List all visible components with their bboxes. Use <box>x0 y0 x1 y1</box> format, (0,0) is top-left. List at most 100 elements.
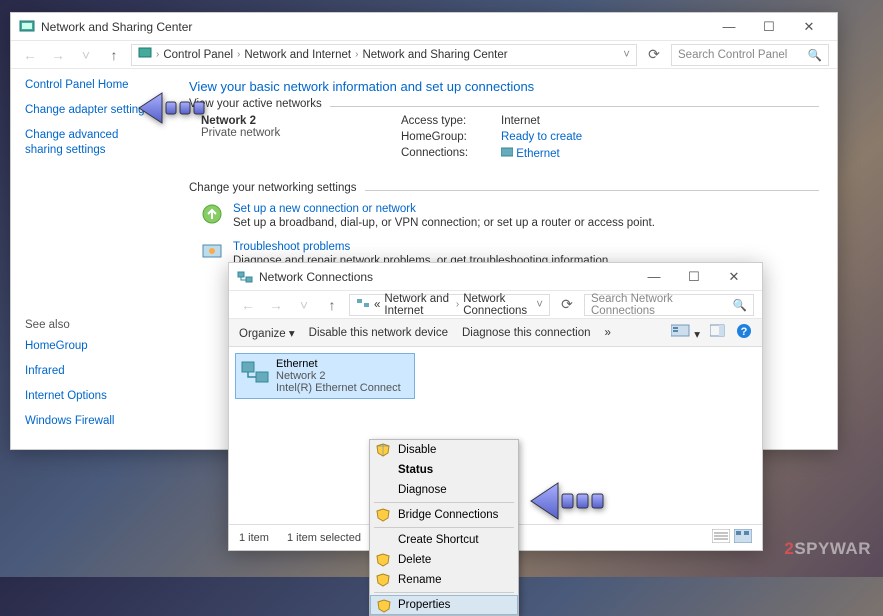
sidebar-item-advanced-sharing[interactable]: Change advanced sharing settings <box>25 128 157 158</box>
menu-rename[interactable]: Rename <box>370 570 518 590</box>
menu-separator <box>374 592 514 593</box>
connections-link[interactable]: Ethernet <box>501 147 582 160</box>
search-icon[interactable]: 🔍 <box>733 298 747 312</box>
menu-properties[interactable]: Properties <box>370 595 518 615</box>
status-item-count: 1 item <box>239 532 269 544</box>
setup-connection-icon <box>201 203 223 225</box>
sidebar: Control Panel Home Change adapter settin… <box>11 69 171 449</box>
adapter-device: Intel(R) Ethernet Connect <box>276 382 401 394</box>
breadcrumb-item[interactable]: Network and Internet <box>244 49 351 61</box>
svg-text:?: ? <box>741 326 748 338</box>
seealso-homegroup[interactable]: HomeGroup <box>25 339 157 354</box>
breadcrumb-item[interactable]: Network Connections <box>463 293 532 317</box>
control-panel-home-link[interactable]: Control Panel Home <box>25 79 157 91</box>
forward-button[interactable]: → <box>265 294 287 316</box>
shield-icon <box>376 508 390 522</box>
homegroup-label: HomeGroup: <box>401 131 491 143</box>
minimize-button[interactable]: — <box>634 264 674 290</box>
seealso-heading: See also <box>25 319 157 331</box>
breadcrumb-root-icon <box>356 296 370 313</box>
page-heading: View your basic network information and … <box>189 79 819 94</box>
setup-connection-item[interactable]: Set up a new connection or network Set u… <box>189 197 819 235</box>
minimize-button[interactable]: — <box>709 14 749 40</box>
menu-separator <box>374 502 514 503</box>
access-type-value: Internet <box>501 115 582 127</box>
recent-dropdown[interactable]: ˅ <box>75 44 97 66</box>
organize-button[interactable]: Organize ▾ <box>239 326 295 340</box>
refresh-button[interactable]: ⟳ <box>643 44 665 66</box>
adapter-name: Ethernet <box>276 358 401 370</box>
window-title: Network Connections <box>259 270 373 284</box>
close-button[interactable]: ✕ <box>789 14 829 40</box>
menu-disable[interactable]: Disable <box>370 440 518 460</box>
toolbar: Organize ▾ Disable this network device D… <box>229 319 762 347</box>
up-button[interactable]: ↑ <box>103 44 125 66</box>
details-view-button[interactable] <box>712 529 730 546</box>
back-button[interactable]: ← <box>237 294 259 316</box>
breadcrumb-item[interactable]: Network and Internet <box>384 293 451 317</box>
content-area[interactable]: Ethernet Network 2 Intel(R) Ethernet Con… <box>229 347 762 524</box>
maximize-button[interactable]: ☐ <box>749 14 789 40</box>
breadcrumb-overflow[interactable]: « <box>374 299 380 311</box>
up-button[interactable]: ↑ <box>321 294 343 316</box>
disable-device-button[interactable]: Disable this network device <box>309 327 448 339</box>
watermark: 2SPYWAR <box>784 539 871 559</box>
menu-bridge[interactable]: Bridge Connections <box>370 505 518 525</box>
seealso-infrared[interactable]: Infrared <box>25 364 157 379</box>
maximize-button[interactable]: ☐ <box>674 264 714 290</box>
active-networks-section: View your active networks Network 2 Priv… <box>189 106 819 172</box>
refresh-button[interactable]: ⟳ <box>556 294 578 316</box>
menu-diagnose[interactable]: Diagnose <box>370 480 518 500</box>
search-input[interactable]: Search Control Panel 🔍 <box>671 44 829 66</box>
breadcrumb-item[interactable]: Network and Sharing Center <box>362 49 507 61</box>
troubleshoot-title: Troubleshoot problems <box>233 241 611 253</box>
menu-delete[interactable]: Delete <box>370 550 518 570</box>
ethernet-adapter-icon <box>240 358 270 388</box>
breadcrumb-item[interactable]: Control Panel <box>163 49 233 61</box>
diagnose-button[interactable]: Diagnose this connection <box>462 327 591 339</box>
help-button[interactable]: ? <box>736 323 752 342</box>
window-title: Network and Sharing Center <box>41 20 192 34</box>
change-settings-label: Change your networking settings <box>189 182 365 194</box>
network-connections-window: Network Connections — ☐ ✕ ← → ˅ ↑ « Netw… <box>228 262 763 551</box>
adapter-network: Network 2 <box>276 370 401 382</box>
search-icon[interactable]: 🔍 <box>808 48 822 62</box>
shield-icon <box>377 599 391 613</box>
forward-button[interactable]: → <box>47 44 69 66</box>
toolbar-overflow[interactable]: » <box>604 327 610 339</box>
close-button[interactable]: ✕ <box>714 264 754 290</box>
view-options-button[interactable]: ▾ <box>671 324 700 341</box>
search-placeholder: Search Control Panel <box>678 49 787 61</box>
status-selected-count: 1 item selected <box>287 532 361 544</box>
dropdown-chevron-icon[interactable]: ˅ <box>536 299 543 311</box>
network-connections-icon <box>237 269 253 285</box>
seealso-internet-options[interactable]: Internet Options <box>25 389 157 404</box>
recent-dropdown[interactable]: ˅ <box>293 294 315 316</box>
homegroup-link[interactable]: Ready to create <box>501 131 582 143</box>
seealso-windows-firewall[interactable]: Windows Firewall <box>25 414 157 429</box>
ethernet-adapter-item[interactable]: Ethernet Network 2 Intel(R) Ethernet Con… <box>235 353 415 399</box>
connections-label: Connections: <box>401 147 491 160</box>
shield-icon <box>376 553 390 567</box>
titlebar[interactable]: Network and Sharing Center — ☐ ✕ <box>11 13 837 41</box>
access-type-label: Access type: <box>401 115 491 127</box>
titlebar[interactable]: Network Connections — ☐ ✕ <box>229 263 762 291</box>
control-panel-icon <box>19 19 35 35</box>
icons-view-button[interactable] <box>734 529 752 546</box>
menu-status[interactable]: Status <box>370 460 518 480</box>
shield-icon <box>376 573 390 587</box>
context-menu: Disable Status Diagnose Bridge Connectio… <box>369 439 519 616</box>
back-button[interactable]: ← <box>19 44 41 66</box>
breadcrumb[interactable]: › Control Panel › Network and Internet ›… <box>131 44 637 66</box>
sidebar-item-adapter-settings[interactable]: Change adapter settings <box>25 103 157 118</box>
navbar: ← → ˅ ↑ › Control Panel › Network and In… <box>11 41 837 69</box>
preview-pane-button[interactable] <box>710 324 726 341</box>
dropdown-chevron-icon[interactable]: ˅ <box>623 49 630 61</box>
navbar: ← → ˅ ↑ « Network and Internet › Network… <box>229 291 762 319</box>
menu-create-shortcut[interactable]: Create Shortcut <box>370 530 518 550</box>
network-name: Network 2 <box>201 115 401 127</box>
breadcrumb-root-icon <box>138 46 152 63</box>
menu-separator <box>374 527 514 528</box>
breadcrumb[interactable]: « Network and Internet › Network Connect… <box>349 294 550 316</box>
search-input[interactable]: Search Network Connections 🔍 <box>584 294 754 316</box>
